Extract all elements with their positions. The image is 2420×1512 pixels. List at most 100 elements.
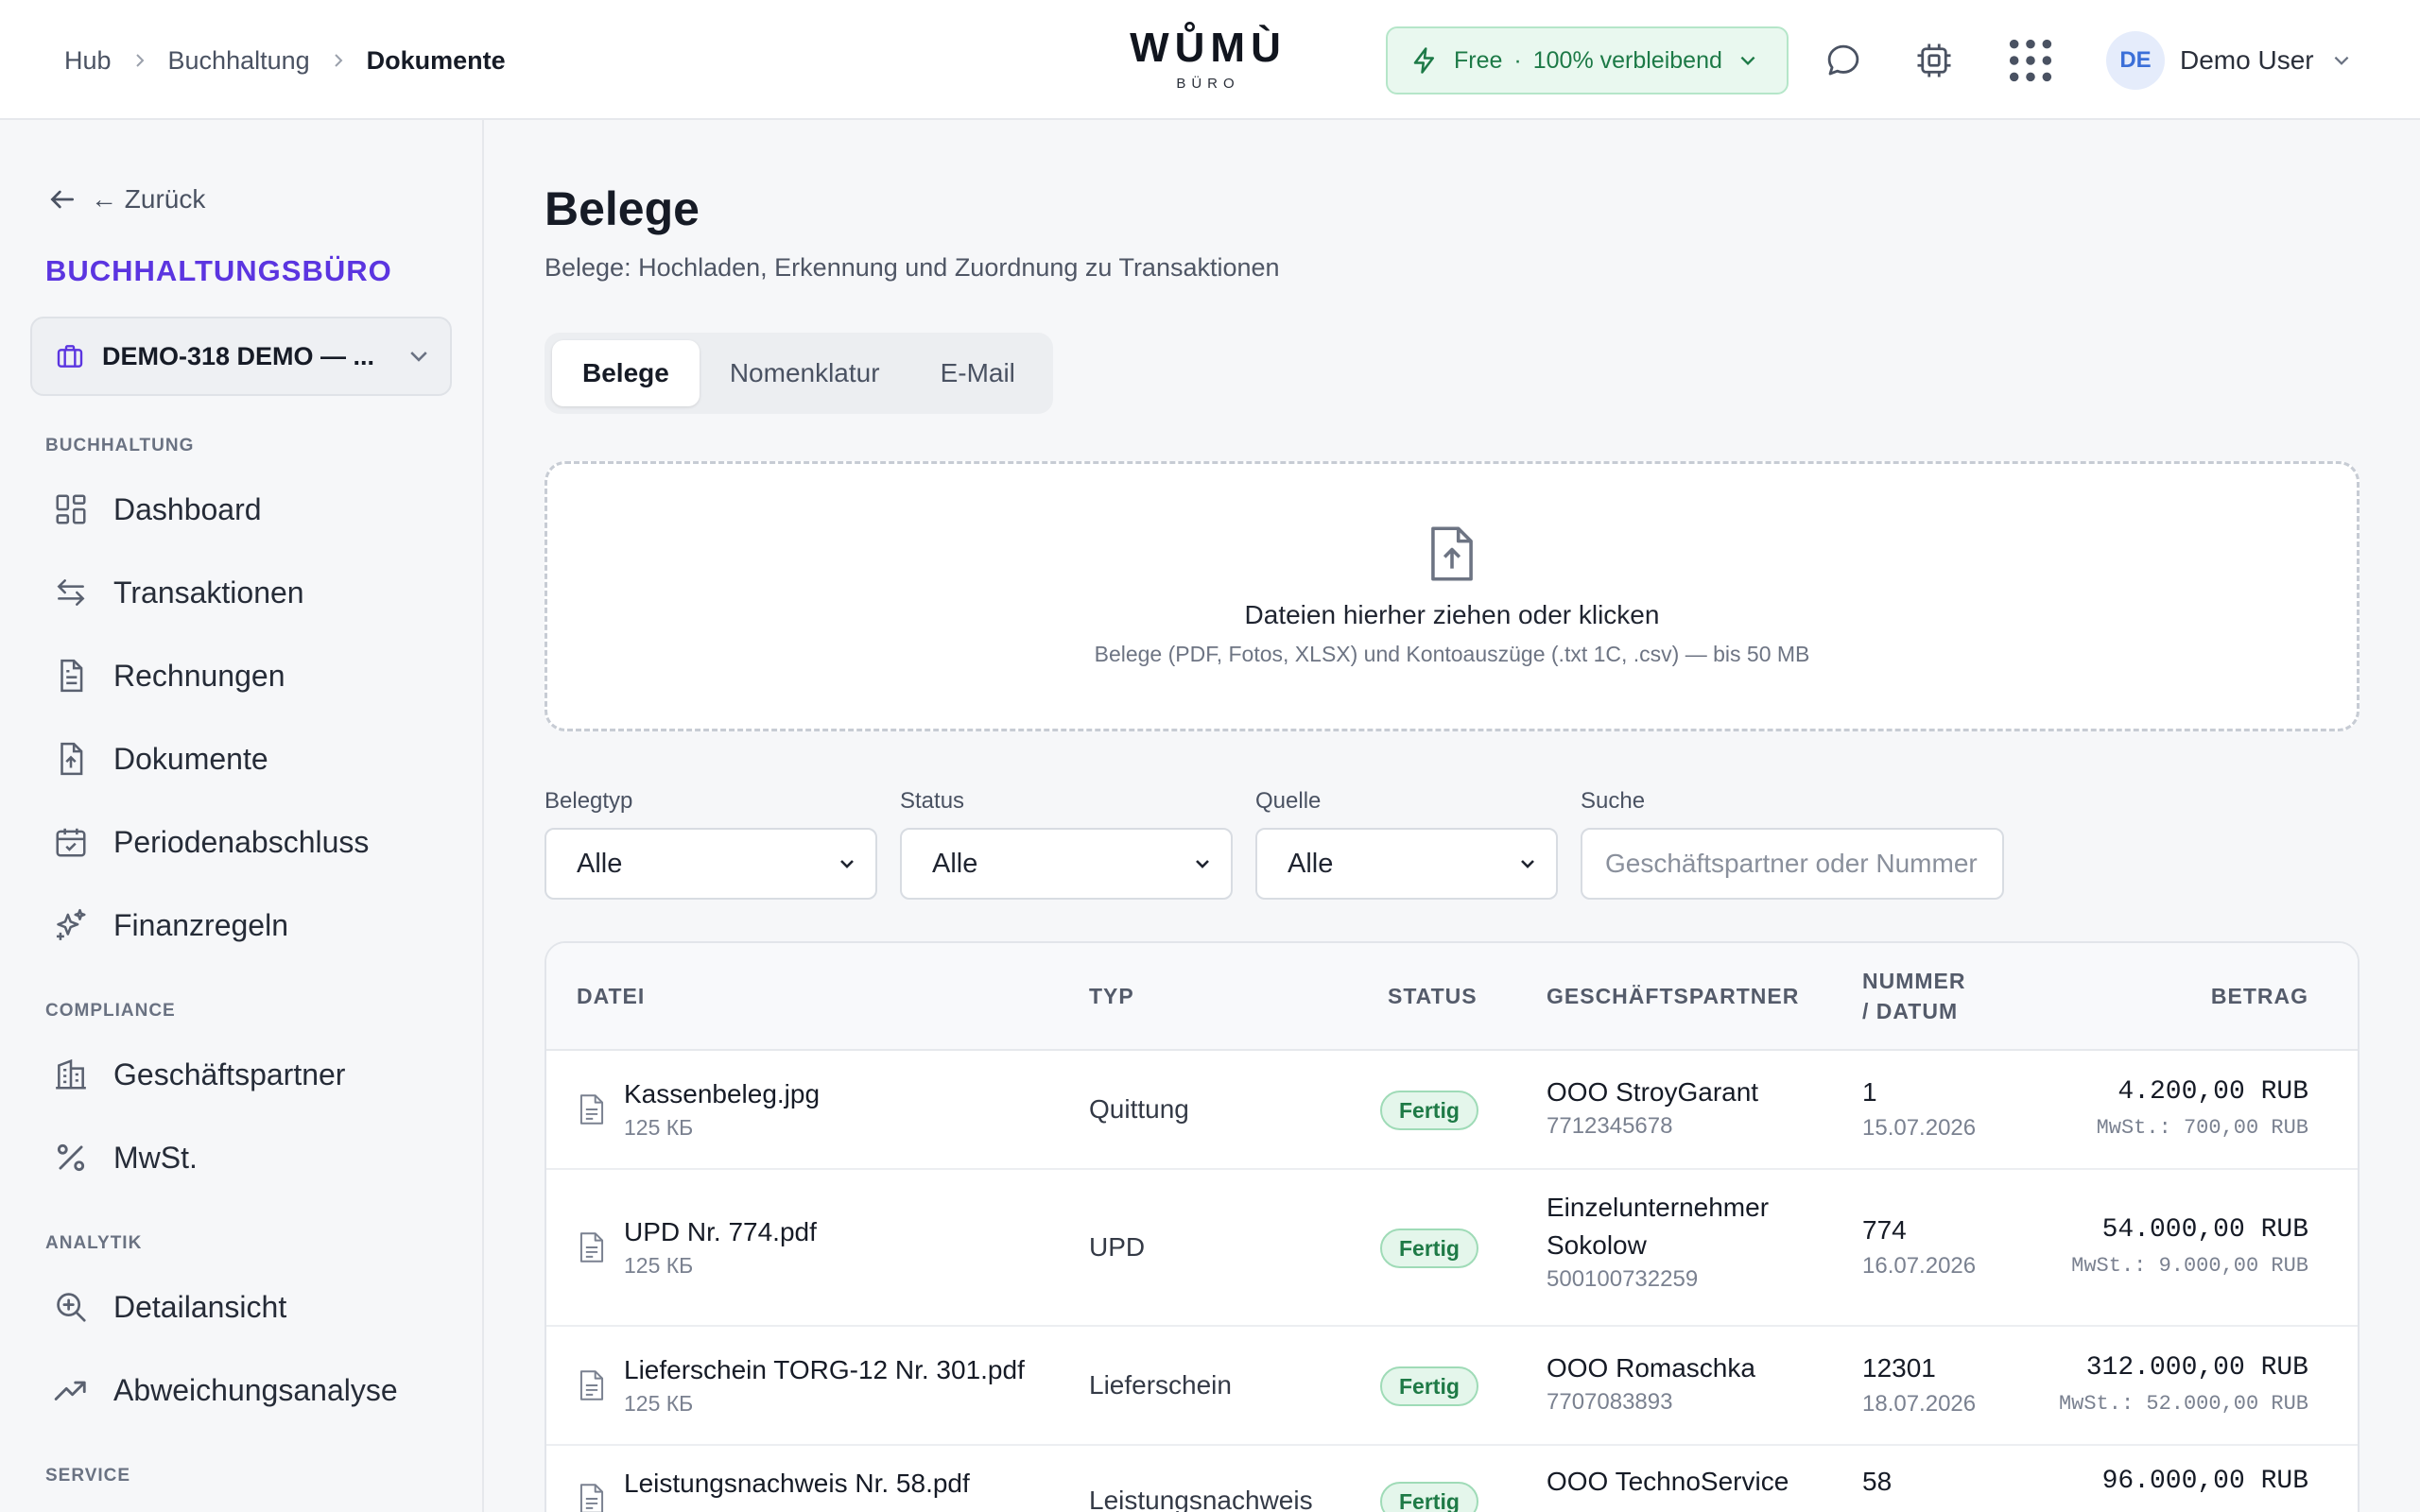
section-label-service: SERVICE [45, 1466, 131, 1486]
plan-remaining: 100% verbleibend [1532, 46, 1722, 74]
amount: 4.200,00 RUB [2118, 1077, 2308, 1107]
file-size: 125 КБ [624, 1391, 694, 1416]
breadcrumb-buchhaltung[interactable]: Buchhaltung [168, 46, 310, 76]
search-input[interactable] [1581, 828, 2004, 900]
sidebar-item-transaktionen[interactable]: Transaktionen [53, 566, 304, 619]
type-cell: Quittung [1089, 1094, 1189, 1124]
document-date: 16.07.2026 [1862, 1253, 1977, 1279]
file-cell: Leistungsnachweis Nr. 58.pdf [624, 1469, 970, 1499]
section-label-analytik: ANALYTIK [45, 1233, 143, 1253]
file-icon [579, 1094, 604, 1125]
file-upload-icon [1431, 525, 1473, 581]
sidebar-item-dashboard[interactable]: Dashboard [53, 483, 262, 536]
sidebar-item-label: Abweichungsanalyse [113, 1372, 398, 1407]
tab-belege[interactable]: Belege [552, 340, 700, 406]
partner-tax-id: 500100732259 [1547, 1266, 1699, 1292]
status-badge: Fertig [1380, 1366, 1478, 1406]
plan-usage-button[interactable]: Free · 100% verbleibend [1386, 26, 1789, 94]
table-row[interactable]: Leistungsnachweis Nr. 58.pdf Leistungsna… [546, 1446, 2358, 1512]
plan-separator: · [1513, 46, 1522, 74]
document-date: 15.07.2026 [1862, 1115, 1977, 1141]
sidebar: ← Zurück BUCHHALTUNGSBÜRO DEMO-318 DEMO … [0, 120, 484, 1512]
column-header-typ[interactable]: TYP [1089, 981, 1134, 1011]
sidebar-item-detailansicht[interactable]: Detailansicht [53, 1280, 286, 1333]
file-name[interactable]: Lieferschein TORG-12 Nr. 301.pdf [624, 1355, 1025, 1385]
table-row[interactable]: Kassenbeleg.jpg 125 КБ Quittung Fertig O… [546, 1051, 2358, 1170]
org-title: BUCHHALTUNGSBÜRO [45, 254, 392, 287]
chevron-down-icon [2334, 56, 2348, 65]
tab-email[interactable]: E-Mail [910, 340, 1046, 406]
column-header-betrag[interactable]: BETRAG [2211, 981, 2308, 1011]
amount-cell: 54.000,00 RUB MwSt.: 9.000,00 RUB [2071, 1215, 2308, 1278]
file-cell: Kassenbeleg.jpg 125 КБ [624, 1079, 820, 1141]
chevron-down-icon [1521, 860, 1534, 868]
document-number: 774 [1862, 1215, 1907, 1245]
zoom-icon [57, 1293, 86, 1322]
column-header-nummer-line2: / DATUM [1862, 999, 1959, 1023]
table-header: DATEI TYP STATUS GESCHÄFTSPARTNER NUMMER… [546, 943, 2358, 1051]
column-header-status[interactable]: STATUS [1388, 981, 1478, 1011]
file-name[interactable]: UPD Nr. 774.pdf [624, 1217, 817, 1247]
quelle-select[interactable]: Alle [1255, 828, 1558, 900]
back-link[interactable]: ← Zurück [47, 184, 205, 215]
column-header-nummer[interactable]: NUMMER / DATUM [1862, 966, 1966, 1026]
sidebar-item-finanzregeln[interactable]: Finanzregeln [53, 899, 288, 952]
breadcrumb: Hub Buchhaltung Dokumente [64, 42, 506, 79]
number-date-cell: 12301 18.07.2026 [1862, 1353, 1976, 1418]
user-name: Demo User [2180, 45, 2314, 75]
amount: 96.000,00 RUB [2101, 1467, 2308, 1496]
sidebar-item-label: MwSt. [113, 1140, 198, 1175]
chevron-right-icon [112, 51, 168, 70]
sidebar-item-mwst[interactable]: MwSt. [53, 1131, 198, 1184]
user-menu[interactable]: DE Demo User [2106, 30, 2352, 91]
status-cell: Fertig [1380, 1482, 1478, 1512]
column-header-partner[interactable]: GESCHÄFTSPARTNER [1547, 981, 1799, 1011]
document-number: 58 [1862, 1467, 1893, 1496]
company-selector[interactable]: DEMO-318 DEMO — ... [30, 317, 452, 396]
file-size: 125 КБ [624, 1253, 694, 1278]
status-cell: Fertig [1380, 1366, 1478, 1406]
transfer-arrows-icon [57, 579, 85, 606]
partner-cell: OOO StroyGarant 7712345678 [1547, 1074, 1830, 1140]
apps-grid-icon[interactable] [2006, 39, 2055, 82]
status-cell: Fertig [1380, 1228, 1478, 1268]
sidebar-item-label: Rechnungen [113, 658, 285, 693]
amount: 312.000,00 RUB [2085, 1353, 2308, 1383]
breadcrumb-current: Dokumente [366, 45, 506, 75]
file-dropzone[interactable]: Dateien hierher ziehen oder klicken Bele… [544, 461, 2360, 731]
number-date-cell: 774 16.07.2026 [1862, 1215, 1976, 1280]
table-row[interactable]: UPD Nr. 774.pdf 125 КБ UPD Fertig Einzel… [546, 1170, 2358, 1327]
vat-amount: MwSt.: 52.000,00 RUB [2058, 1392, 2308, 1416]
tab-nomenklatur[interactable]: Nomenklatur [700, 340, 910, 406]
belegtyp-select[interactable]: Alle [544, 828, 877, 900]
sparkles-icon [56, 908, 86, 940]
table-row[interactable]: Lieferschein TORG-12 Nr. 301.pdf 125 КБ … [546, 1327, 2358, 1446]
page-subtitle: Belege: Hochladen, Erkennung und Zuordnu… [544, 253, 1280, 282]
partner-name: Einzelunternehmer Sokolow [1547, 1193, 1770, 1260]
chat-icon[interactable] [1823, 40, 1864, 81]
status-select[interactable]: Alle [900, 828, 1233, 900]
sidebar-item-periodenabschluss[interactable]: Periodenabschluss [53, 816, 369, 868]
column-header-datei[interactable]: DATEI [577, 981, 645, 1011]
file-name[interactable]: Kassenbeleg.jpg [624, 1079, 820, 1109]
file-icon [579, 1484, 604, 1512]
partner-cell: OOO TechnoService [1547, 1463, 1830, 1501]
lightning-icon [1413, 47, 1434, 74]
filter-suche: Suche [1581, 788, 2004, 900]
breadcrumb-hub[interactable]: Hub [64, 46, 112, 76]
document-upload-icon [60, 742, 83, 776]
filter-belegtyp: Belegtyp Alle [544, 788, 877, 900]
app-logo[interactable]: WŮMÙ BÜRO [1130, 25, 1287, 92]
sidebar-item-rechnungen[interactable]: Rechnungen [53, 649, 285, 702]
cpu-icon[interactable] [1913, 40, 1955, 81]
briefcase-icon [57, 345, 83, 368]
document-number: 12301 [1862, 1353, 1936, 1383]
dashboard-icon [56, 494, 86, 524]
partner-name: OOO TechnoService [1547, 1467, 1789, 1496]
trend-up-icon [54, 1381, 86, 1400]
sidebar-item-abweichungsanalyse[interactable]: Abweichungsanalyse [53, 1364, 398, 1417]
sidebar-item-dokumente[interactable]: Dokumente [53, 732, 268, 785]
file-name[interactable]: Leistungsnachweis Nr. 58.pdf [624, 1469, 970, 1499]
vat-amount: MwSt.: 9.000,00 RUB [2071, 1254, 2308, 1278]
sidebar-item-geschaeftspartner[interactable]: Geschäftspartner [53, 1048, 345, 1101]
